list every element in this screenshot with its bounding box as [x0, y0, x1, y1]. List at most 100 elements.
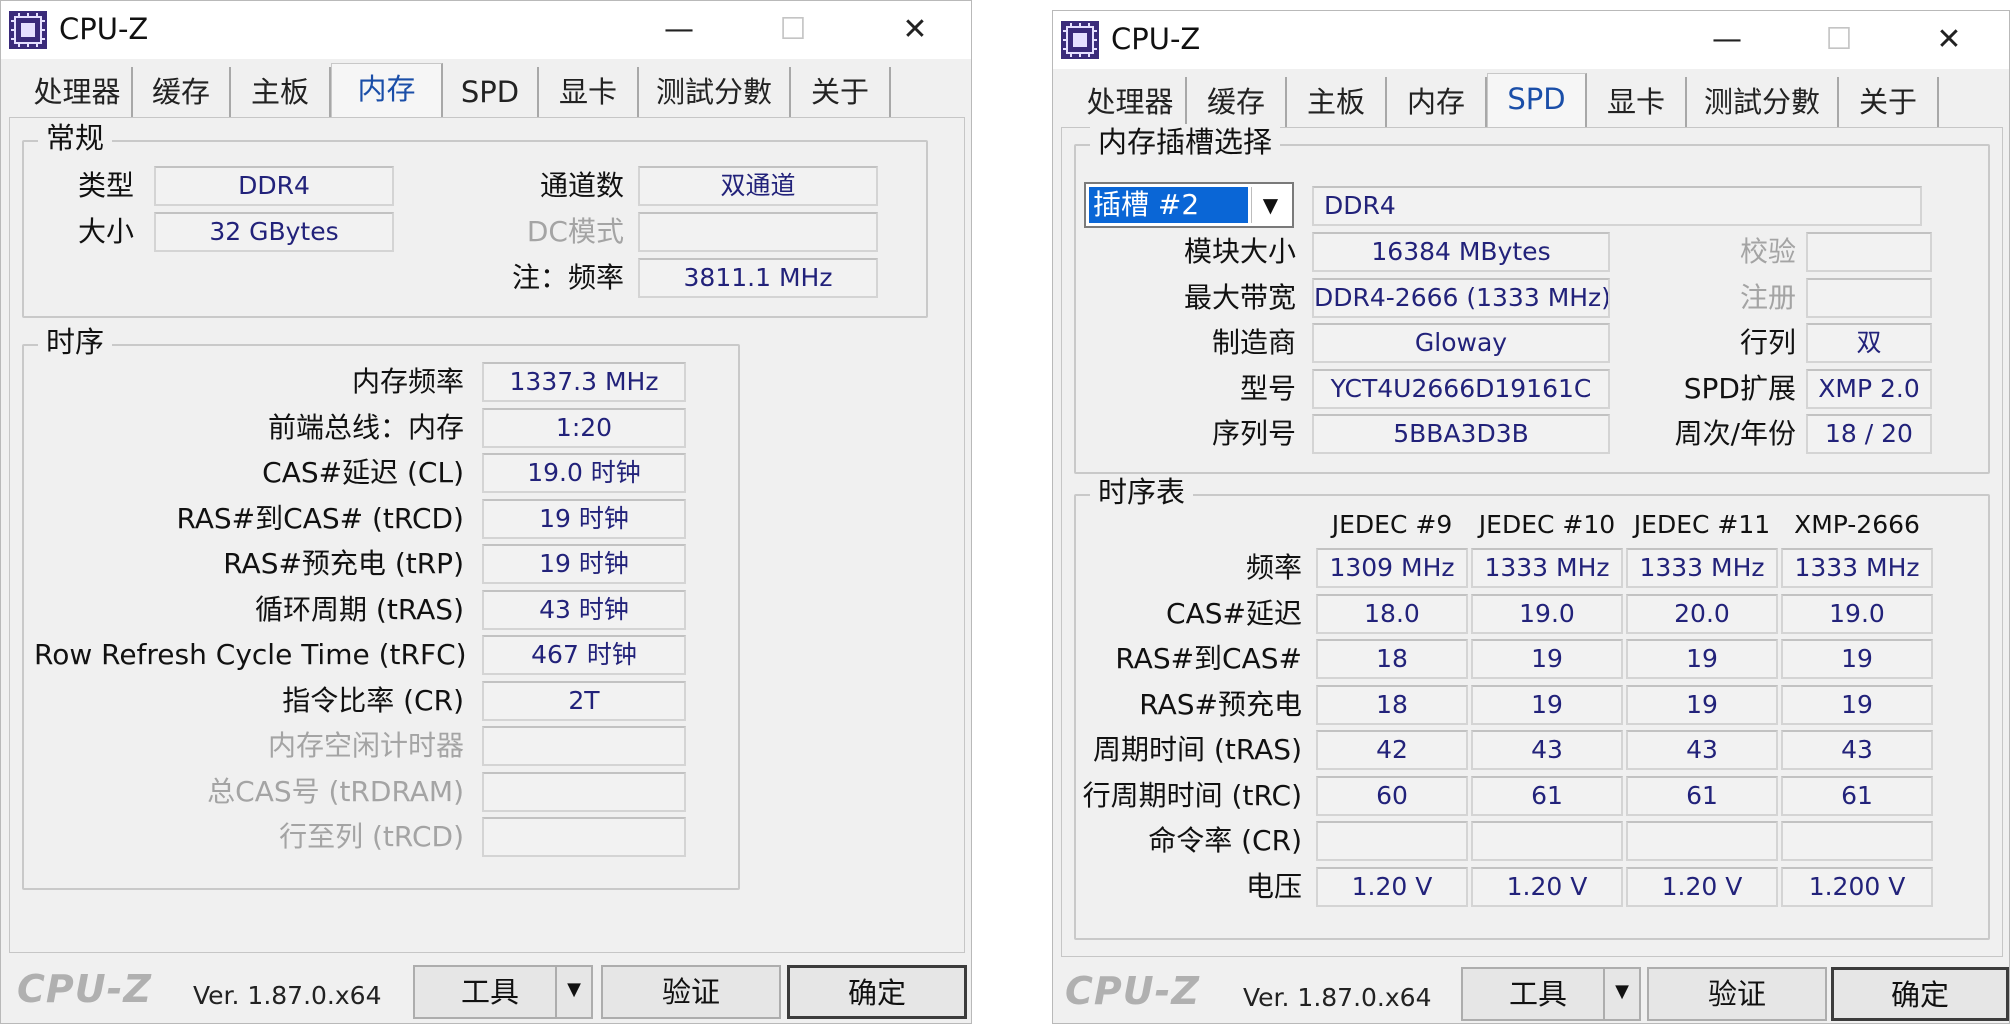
slot-info-value: 18 / 20 — [1806, 414, 1932, 454]
tools-button[interactable]: 工具 ▼ — [413, 965, 593, 1019]
minimize-button[interactable]: — — [1697, 15, 1757, 65]
timing-row-label: CAS#延迟 — [1166, 596, 1302, 630]
slot-info-label: 模块大小 — [1183, 235, 1296, 268]
timing-column-header: JEDEC #10 — [1478, 510, 1616, 539]
timing-cell — [1316, 821, 1468, 861]
timing-column-header: JEDEC #9 — [1331, 510, 1453, 539]
timings-legend: 时序 — [38, 324, 113, 360]
version-text: Ver. 1.87.0.x64 — [193, 981, 382, 1010]
timing-row-label: 周期时间 (tRAS) — [1093, 733, 1302, 766]
timing-value — [482, 726, 686, 766]
timing-cell — [1781, 821, 1933, 861]
dc-mode-label: DC模式 — [526, 215, 624, 248]
timing-cell: 19.0 — [1781, 593, 1933, 634]
timing-value — [482, 817, 686, 857]
timing-value: 467 时钟 — [482, 635, 686, 675]
spd-panel: 内存插槽选择 插槽 #2 ▼ DDR4 模块大小 16384 MBytes 最大带宽… — [1061, 124, 2003, 957]
minimize-button[interactable]: — — [649, 5, 709, 55]
timing-table-legend: 时序表 — [1090, 474, 1194, 510]
timing-cell: 1.20 V — [1471, 866, 1623, 907]
close-button[interactable]: ✕ — [885, 5, 945, 55]
cpuz-app-icon — [1061, 21, 1099, 59]
cpuz-app-icon — [9, 11, 47, 49]
ok-button[interactable]: 确定 — [1831, 967, 2009, 1021]
tab-spd[interactable]: SPD — [443, 67, 539, 117]
timing-cell: 19 — [1471, 684, 1623, 725]
timing-cell: 1.20 V — [1626, 866, 1778, 907]
timing-value — [482, 771, 686, 812]
tab-mainboard[interactable]: 主板 — [1287, 77, 1387, 127]
slot-info-label: SPD扩展 — [1683, 371, 1796, 405]
tab-graphics[interactable]: 显卡 — [1587, 77, 1687, 127]
timing-cell: 1333 MHz — [1626, 548, 1778, 588]
validate-button[interactable]: 验证 — [1647, 967, 1827, 1021]
slot-selection-group: 内存插槽选择 插槽 #2 ▼ DDR4 模块大小 16384 MBytes 最大带宽… — [1074, 124, 1990, 474]
timing-label: 内存空闲计时器 — [267, 729, 464, 762]
timing-cell: 19 — [1781, 684, 1933, 725]
cpuz-window-memory: CPU-Z — ☐ ✕ 处理器 缓存 主板 内存 SPD 显卡 测試分數 关于 … — [0, 0, 972, 1024]
cpuz-logo: CPU-Z — [1065, 969, 1200, 1013]
chevron-down-icon[interactable]: ▼ — [1603, 967, 1639, 1021]
timing-label: 总CAS号 (tRDRAM) — [207, 774, 464, 808]
window-title: CPU-Z — [1111, 22, 1201, 56]
cpuz-logo: CPU-Z — [17, 967, 152, 1011]
tab-bench[interactable]: 测試分數 — [1687, 77, 1839, 127]
tab-mainboard[interactable]: 主板 — [231, 67, 331, 117]
timing-label: 行至列 (tRCD) — [279, 820, 464, 853]
slot-info-value: YCT4U2666D19161C — [1312, 368, 1610, 409]
timing-cell: 43 — [1626, 730, 1778, 770]
timing-label: 指令比率 (CR) — [282, 683, 464, 717]
timing-cell: 43 — [1471, 730, 1623, 770]
timing-row-label: 电压 — [1245, 869, 1302, 903]
timing-cell: 61 — [1781, 775, 1933, 816]
timing-cell: 61 — [1626, 775, 1778, 816]
timing-row-label: RAS#预充电 — [1139, 687, 1302, 721]
validate-button[interactable]: 验证 — [601, 965, 781, 1019]
tools-button[interactable]: 工具 ▼ — [1461, 967, 1641, 1021]
slot-info-value: XMP 2.0 — [1806, 368, 1932, 409]
timing-cell: 61 — [1471, 775, 1623, 816]
tab-caches[interactable]: 缓存 — [133, 67, 231, 117]
maximize-button[interactable]: ☐ — [1809, 15, 1869, 65]
tab-spd[interactable]: SPD — [1487, 73, 1587, 129]
timing-cell: 19 — [1626, 684, 1778, 725]
tab-bench[interactable]: 测試分數 — [639, 67, 791, 117]
timing-value: 1337.3 MHz — [482, 362, 686, 402]
slot-info-label: 注册 — [1739, 280, 1796, 314]
timings-group: 时序 内存频率 1337.3 MHz 前端总线：内存 1:20 CAS#延迟 (CL) 1… — [22, 324, 740, 890]
tab-graphics[interactable]: 显卡 — [539, 67, 639, 117]
close-button[interactable]: ✕ — [1919, 15, 1979, 65]
timing-row-label: 频率 — [1245, 551, 1302, 584]
chevron-down-icon[interactable]: ▼ — [555, 965, 591, 1019]
ok-button[interactable]: 确定 — [787, 965, 967, 1019]
tab-about[interactable]: 关于 — [791, 67, 891, 117]
tab-cpu[interactable]: 处理器 — [1075, 77, 1187, 127]
channels-value: 双通道 — [638, 166, 878, 206]
type-value: DDR4 — [154, 166, 394, 206]
general-legend: 常规 — [38, 120, 113, 156]
timing-cell: 18 — [1316, 684, 1468, 725]
tab-memory[interactable]: 内存 — [1387, 77, 1487, 127]
tab-caches[interactable]: 缓存 — [1187, 77, 1287, 127]
timing-row-label: 行周期时间 (tRC) — [1082, 778, 1302, 812]
slot-select[interactable]: 插槽 #2 ▼ — [1084, 182, 1294, 228]
footer-bar: CPU-Z Ver. 1.87.0.x64 工具 ▼ 验证 确定 — [1, 959, 971, 1019]
timing-value: 19 时钟 — [482, 498, 686, 539]
tab-cpu[interactable]: 处理器 — [23, 67, 133, 117]
slot-info-value: 16384 MBytes — [1312, 232, 1610, 272]
maximize-button[interactable]: ☐ — [763, 5, 823, 55]
type-label: 类型 — [77, 169, 134, 202]
tab-memory[interactable]: 内存 — [331, 63, 443, 119]
slot-info-value: DDR4-2666 (1333 MHz) — [1312, 277, 1610, 318]
timing-cell: 18 — [1316, 639, 1468, 679]
tools-button-label: 工具 — [1509, 977, 1568, 1011]
timing-column-header: XMP-2666 — [1794, 510, 1920, 539]
timing-table-group: 时序表 JEDEC #9 JEDEC #10 JEDEC #11 XMP-2666 频率… — [1074, 474, 1990, 940]
timing-cell — [1471, 821, 1623, 861]
tab-about[interactable]: 关于 — [1839, 77, 1939, 127]
channels-label: 通道数 — [539, 169, 624, 202]
slot-info-label: 制造商 — [1211, 326, 1296, 359]
chevron-down-icon[interactable]: ▼ — [1251, 187, 1289, 223]
tools-button-label: 工具 — [461, 975, 520, 1009]
slot-info-label: 型号 — [1239, 371, 1296, 405]
